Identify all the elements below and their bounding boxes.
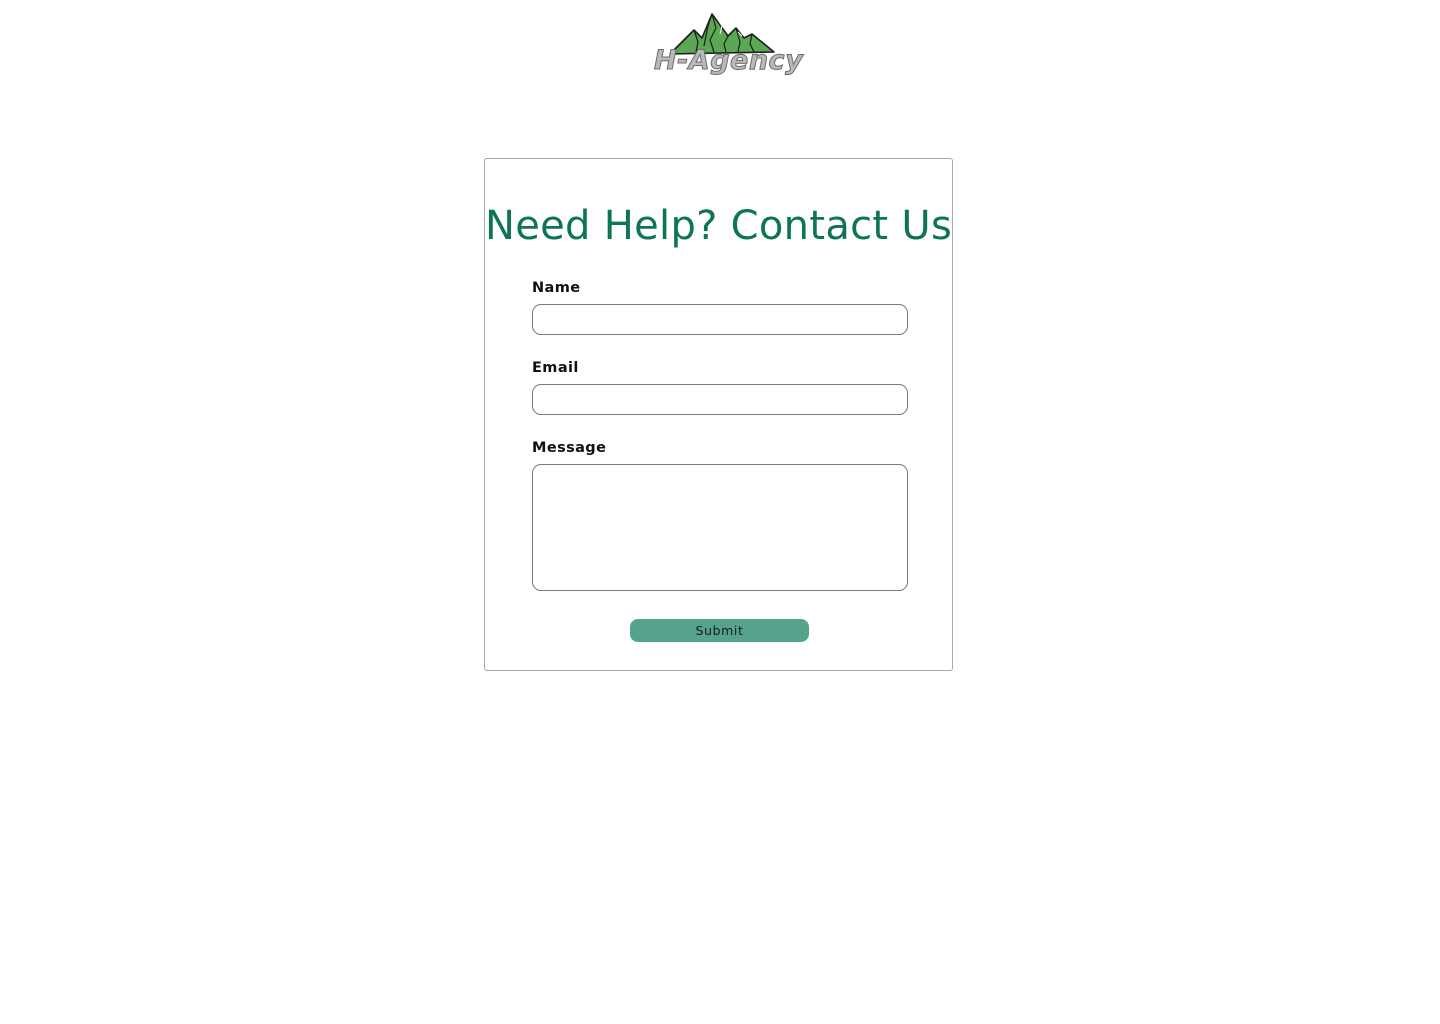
page-title: Need Help? Contact Us [485, 203, 953, 249]
submit-button[interactable]: Submit [630, 619, 809, 642]
name-label: Name [532, 280, 581, 296]
brand-logo[interactable]: H-Agency [652, 12, 803, 84]
name-input[interactable] [532, 304, 908, 335]
email-input[interactable] [532, 384, 908, 415]
logo-text: H-Agency [653, 45, 804, 77]
email-label: Email [532, 360, 579, 376]
message-textarea[interactable] [532, 464, 908, 591]
message-label: Message [532, 440, 607, 456]
contact-form: Need Help? Contact Us Name Email Message… [484, 158, 953, 671]
